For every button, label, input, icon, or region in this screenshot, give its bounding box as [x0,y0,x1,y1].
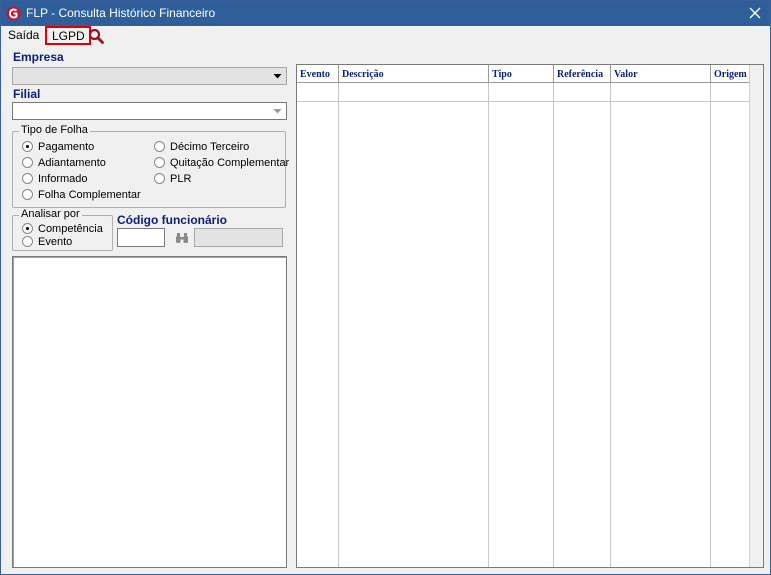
radio-label: Competência [38,223,103,235]
codigo-funcionario-input[interactable] [118,229,164,246]
radio-evento[interactable]: Evento [22,236,72,248]
chevron-down-icon[interactable] [270,104,285,118]
radio-checked-icon [22,141,33,152]
analisar-por-legend: Analisar por [19,208,82,220]
table-row[interactable] [297,83,750,102]
empresa-label: Empresa [13,50,64,64]
chevron-down-icon[interactable] [270,69,285,83]
radio-unchecked-icon [154,173,165,184]
radio-competencia[interactable]: Competência [22,223,103,235]
main-window: FLP - Consulta Histórico Financeiro Saíd… [0,0,771,575]
radio-label: Pagamento [38,141,95,153]
radio-decimo-terceiro[interactable]: Décimo Terceiro [154,141,249,153]
magnifier-icon[interactable] [88,28,104,44]
radio-unchecked-icon [22,157,33,168]
menu-lgpd[interactable]: LGPD [45,26,91,45]
funcionario-name-field [195,229,282,246]
close-icon[interactable] [746,4,764,22]
grid-header-descricao[interactable]: Descrição [339,65,489,83]
title-bar[interactable]: FLP - Consulta Histórico Financeiro [1,1,770,26]
grid-column-line [554,65,611,567]
window-title: FLP - Consulta Histórico Financeiro [26,6,216,20]
radio-checked-icon [22,223,33,234]
grid-column-line [611,65,711,567]
radio-informado[interactable]: Informado [22,173,88,185]
radio-label: Quitação Complementar [170,157,290,169]
radio-label: PLR [170,173,192,185]
radio-label: Décimo Terceiro [170,141,250,153]
radio-unchecked-icon [22,236,33,247]
grid-header-tipo[interactable]: Tipo [489,65,554,83]
radio-unchecked-icon [154,141,165,152]
radio-label: Folha Complementar [38,189,141,201]
radio-plr[interactable]: PLR [154,173,191,185]
radio-unchecked-icon [22,173,33,184]
radio-unchecked-icon [154,157,165,168]
grid-column-line [339,65,489,567]
radio-label: Adiantamento [38,157,106,169]
grid-header-evento[interactable]: Evento [297,65,339,83]
app-logo-icon [6,6,21,21]
radio-quitacao-complementar[interactable]: Quitação Complementar [154,157,289,169]
result-listbox[interactable] [12,256,287,568]
menu-bar: Saída LGPD [1,26,770,46]
tipo-folha-legend: Tipo de Folha [19,124,90,136]
radio-folha-complementar[interactable]: Folha Complementar [22,189,141,201]
radio-pagamento[interactable]: Pagamento [22,141,94,153]
codigo-funcionario-input-wrap [117,228,165,247]
radio-label: Informado [38,173,88,185]
grid-header-origem[interactable]: Origem [711,65,750,83]
funcionario-name-field-wrap [194,228,283,247]
grid-header-valor[interactable]: Valor [611,65,711,83]
grid-vertical-scrollbar[interactable] [749,65,763,567]
radio-unchecked-icon [22,189,33,200]
radio-adiantamento[interactable]: Adiantamento [22,157,106,169]
filial-label: Filial [13,87,41,101]
grid-column-line [711,65,750,567]
grid-column-line [489,65,554,567]
codigo-funcionario-label: Código funcionário [117,213,227,227]
historico-grid[interactable]: Evento Descrição Tipo Referência Valor O… [296,64,764,568]
empresa-combobox[interactable] [12,67,287,85]
filial-combobox[interactable] [12,102,287,120]
radio-label: Evento [38,236,73,248]
binoculars-icon[interactable] [175,232,189,244]
menu-saida[interactable]: Saída [8,28,39,42]
grid-column-line [297,65,339,567]
grid-header-referencia[interactable]: Referência [554,65,611,83]
